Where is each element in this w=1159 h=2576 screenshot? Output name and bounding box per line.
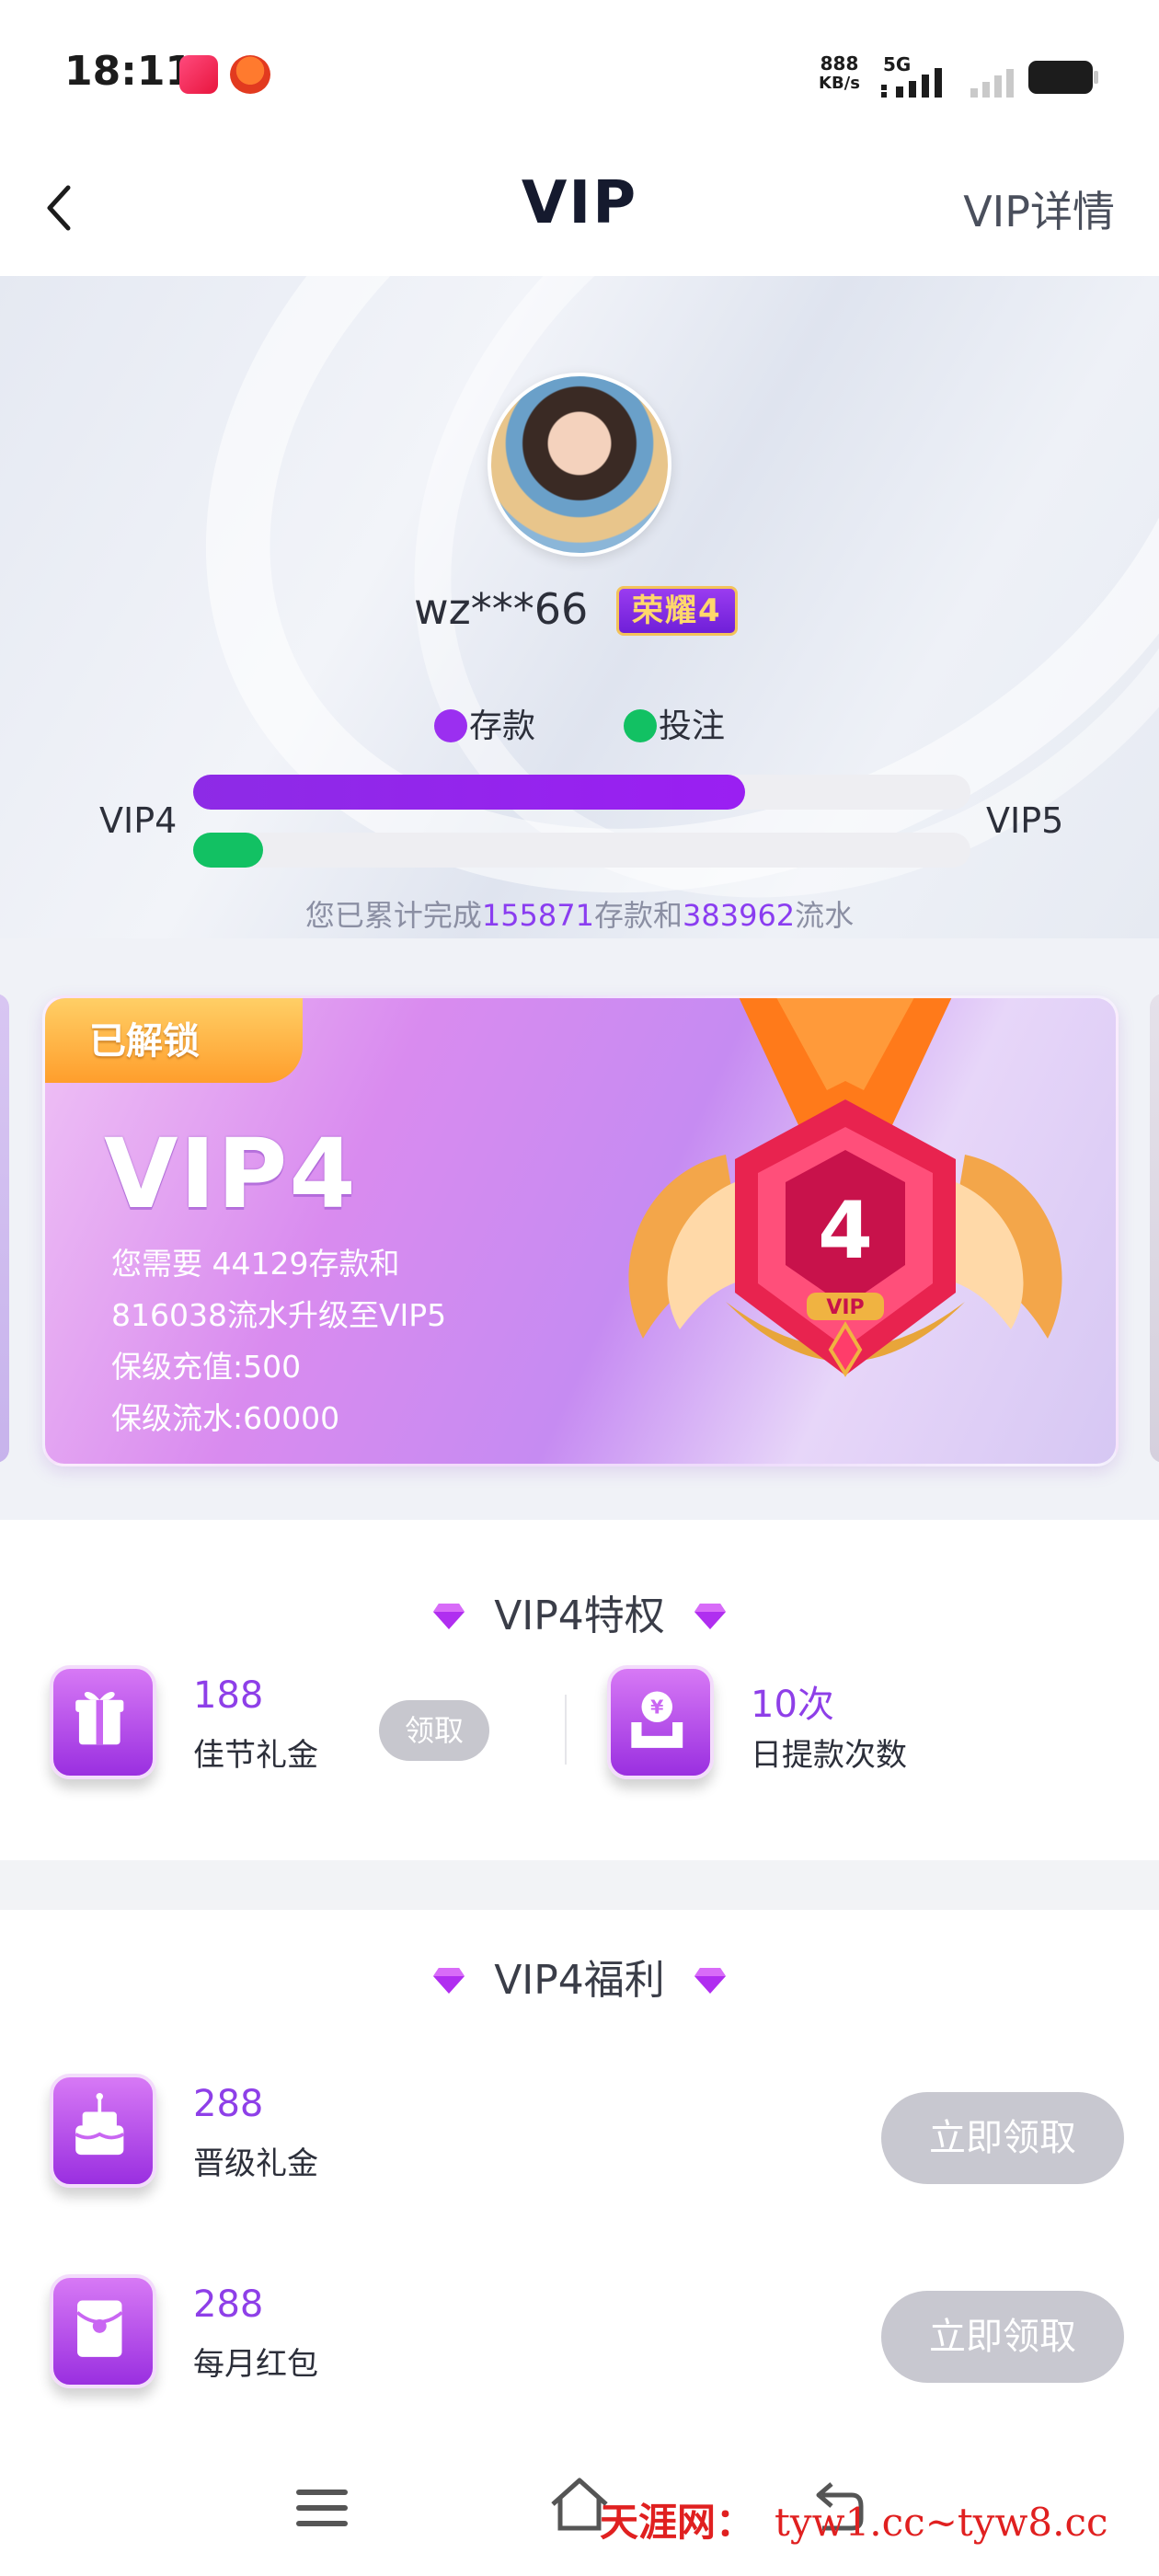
withdraw-icon: ¥ xyxy=(607,1665,714,1779)
benefits-section: VIP4福利 288 晋级礼金 立即领取 288 每月红包 立即领取 xyxy=(0,1910,1159,2444)
legend-bet-label: 投注 xyxy=(659,707,726,745)
watermark-site: 天涯网： xyxy=(600,2500,755,2545)
bet-progress-bar xyxy=(193,833,970,868)
upgrade-requirement-line-1: 您需要 44129存款和 xyxy=(111,1246,400,1282)
promotion-bonus-label: 晋级礼金 xyxy=(193,2145,318,2182)
summary-prefix: 您已累计完成 xyxy=(304,898,482,933)
keep-level-deposit: 保级充值:500 xyxy=(111,1349,302,1385)
vip-card-carousel[interactable]: 已解锁 VIP4 您需要 44129存款和 816038流水升级至VIP5 保级… xyxy=(0,938,1159,1520)
username: wz***66 xyxy=(414,584,589,634)
daily-withdraw-value: 10次 xyxy=(751,1684,834,1726)
unlocked-tag: 已解锁 xyxy=(45,998,303,1083)
watermark: 天涯网： tyw1.cc~tyw8.cc xyxy=(600,2491,1108,2547)
promotion-bonus-claim-button[interactable]: 立即领取 xyxy=(881,2092,1124,2184)
legend-deposit-label: 存款 xyxy=(469,707,536,745)
progress-summary: 您已累计完成155871存款和383962流水 xyxy=(0,892,1159,935)
monthly-envelope-claim-button[interactable]: 立即领取 xyxy=(881,2291,1124,2383)
menu-icon[interactable] xyxy=(293,2482,351,2534)
gift-icon xyxy=(50,1665,156,1779)
holiday-bonus-value: 188 xyxy=(193,1674,264,1717)
red-envelope-icon xyxy=(50,2274,156,2388)
signal-icon xyxy=(881,68,942,98)
current-vip-label: VIP4 xyxy=(99,800,178,841)
section-gap xyxy=(0,1860,1159,1910)
network-speed: 888 KB/s xyxy=(819,53,860,94)
summary-deposit: 155871 xyxy=(481,898,594,933)
medal-number: 4 xyxy=(818,1185,873,1277)
legend-bet: 投注 xyxy=(624,699,725,745)
summary-suffix: 流水 xyxy=(795,898,855,933)
app-notification-icon-2 xyxy=(230,55,270,94)
svg-text:¥: ¥ xyxy=(650,1696,663,1719)
profile-hero: wz***66 荣耀4 存款 投注 VIP4 VIP5 您已累计完成155871… xyxy=(0,276,1159,938)
top-app-bar: VIP VIP详情 xyxy=(0,138,1159,276)
vip-level-card[interactable]: 已解锁 VIP4 您需要 44129存款和 816038流水升级至VIP5 保级… xyxy=(42,995,1119,1466)
diamond-icon xyxy=(433,1604,465,1629)
deposit-dot-icon xyxy=(434,709,467,742)
status-bar: 18:11 888 KB/s 5G xyxy=(0,0,1159,138)
keep-level-turnover: 保级流水:60000 xyxy=(111,1400,340,1436)
deposit-progress-bar xyxy=(193,775,970,810)
diamond-icon xyxy=(694,1604,726,1629)
legend-deposit: 存款 xyxy=(434,699,535,745)
vip-medal-icon: 4 VIP xyxy=(628,998,1062,1377)
privileges-title-text: VIP4特权 xyxy=(494,1593,665,1639)
monthly-envelope-value: 288 xyxy=(193,2283,264,2326)
next-vip-label: VIP5 xyxy=(986,800,1064,841)
promotion-bonus-value: 288 xyxy=(193,2083,264,2125)
vip-detail-link[interactable]: VIP详情 xyxy=(963,178,1115,239)
summary-turnover: 383962 xyxy=(683,898,796,933)
diamond-icon xyxy=(694,1968,726,1994)
avatar[interactable] xyxy=(488,373,671,557)
daily-withdraw-label: 日提款次数 xyxy=(751,1737,907,1774)
privileges-title: VIP4特权 xyxy=(0,1582,1159,1641)
upgrade-requirement-line-2: 816038流水升级至VIP5 xyxy=(111,1297,447,1333)
medal-tag: VIP xyxy=(826,1296,864,1319)
rank-badge: 荣耀4 xyxy=(616,586,738,636)
app-notification-icon xyxy=(179,55,218,94)
network-speed-unit: KB/s xyxy=(819,74,860,93)
bet-progress-fill xyxy=(193,833,264,868)
deposit-progress-fill xyxy=(193,775,745,810)
summary-mid: 存款和 xyxy=(593,898,683,933)
cake-icon xyxy=(50,2074,156,2188)
signal-icon-2 xyxy=(970,69,1014,98)
status-time: 18:11 xyxy=(64,48,194,95)
bet-dot-icon xyxy=(624,709,657,742)
vip-level-title: VIP4 xyxy=(104,1118,358,1230)
privileges-section: VIP4特权 188 佳节礼金 领取 ¥ 10次 日提款次数 xyxy=(0,1520,1159,1860)
battery-icon xyxy=(1028,61,1098,94)
next-vip-card[interactable] xyxy=(1150,994,1159,1463)
diamond-icon xyxy=(433,1968,465,1994)
divider xyxy=(565,1695,567,1765)
monthly-envelope-label: 每月红包 xyxy=(193,2346,318,2383)
network-speed-value: 888 xyxy=(820,52,859,75)
benefits-title: VIP4福利 xyxy=(0,1947,1159,2006)
watermark-url: tyw1.cc~tyw8.cc xyxy=(775,2500,1108,2545)
holiday-bonus-claim-button[interactable]: 领取 xyxy=(379,1700,489,1761)
benefits-title-text: VIP4福利 xyxy=(494,1957,665,2004)
holiday-bonus-label: 佳节礼金 xyxy=(193,1737,318,1774)
system-navigation-bar: 天涯网： tyw1.cc~tyw8.cc xyxy=(0,2444,1159,2576)
prev-vip-card[interactable] xyxy=(0,994,9,1463)
